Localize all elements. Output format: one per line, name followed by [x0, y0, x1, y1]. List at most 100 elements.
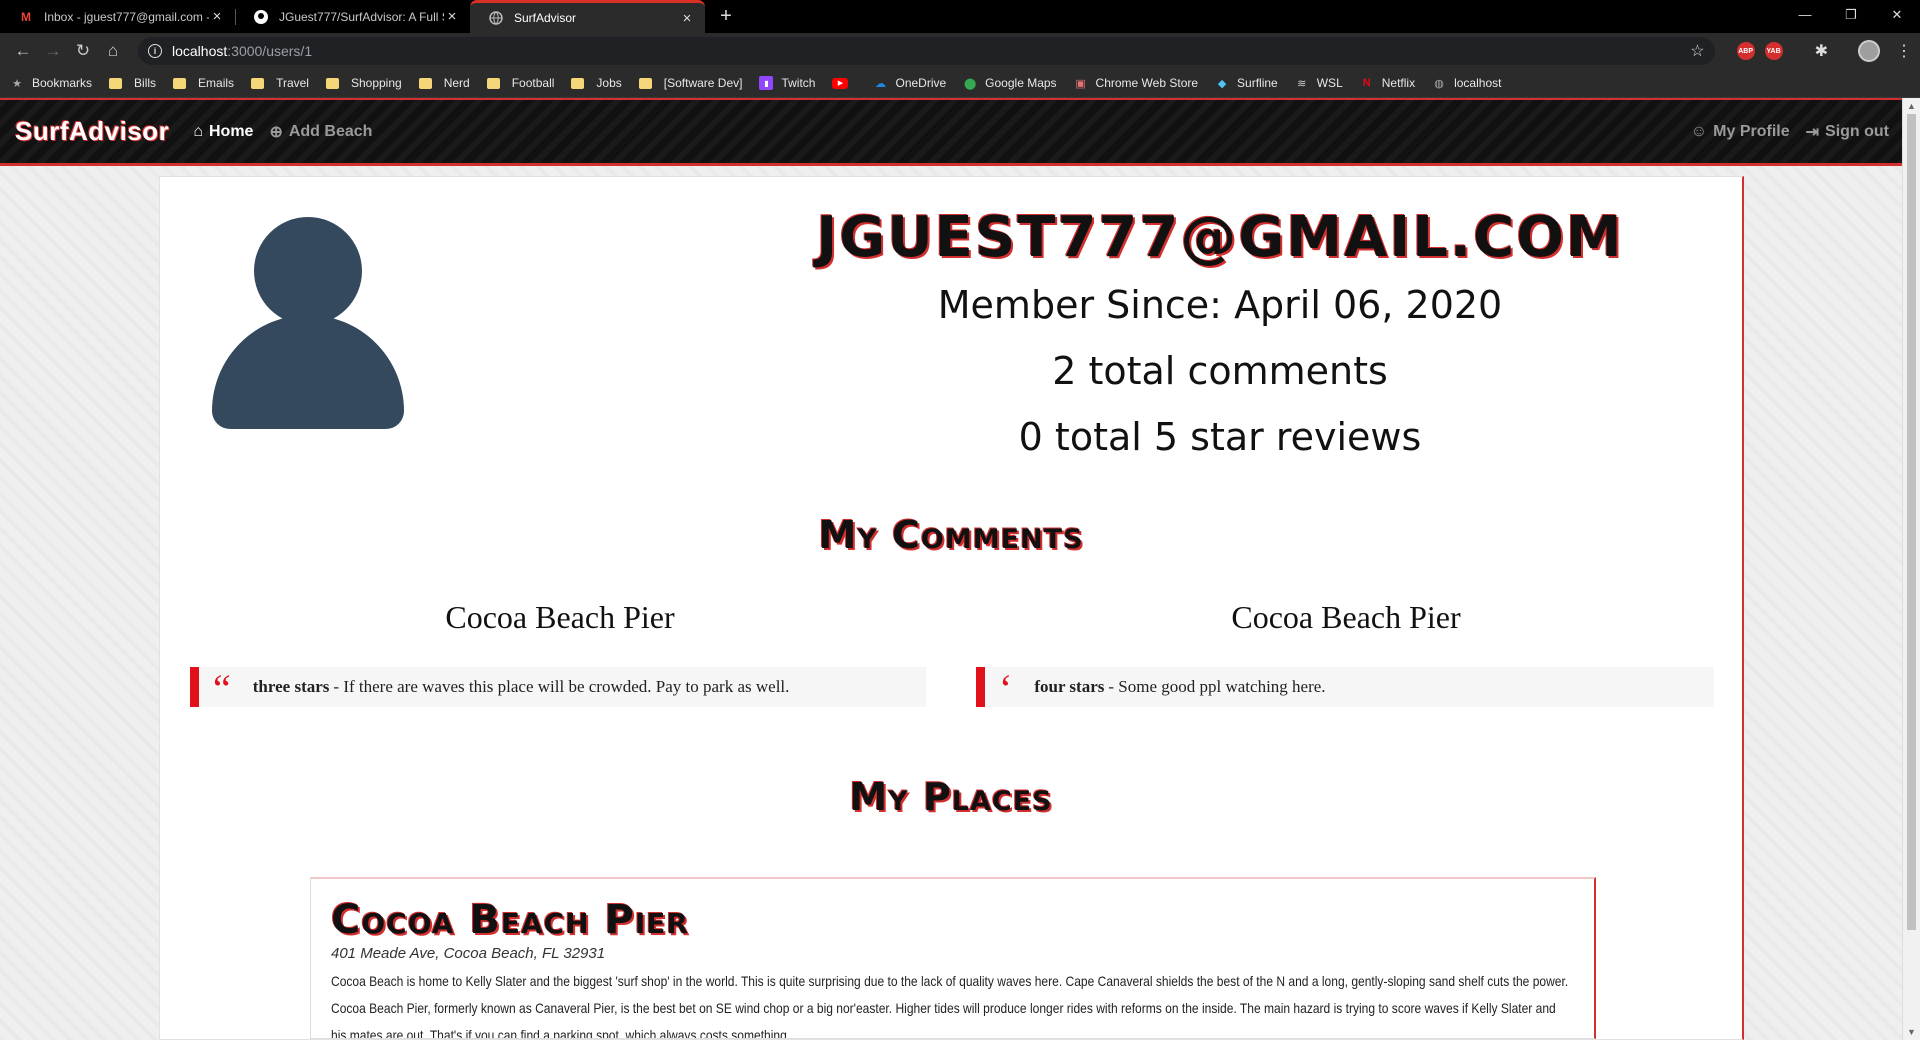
scrollbar-thumb[interactable]	[1907, 114, 1916, 930]
place-address: 401 Meade Ave, Cocoa Beach, FL 32931	[331, 945, 606, 962]
bookmark-folder[interactable]: Shopping	[325, 76, 402, 90]
comments-heading: My Comments	[818, 513, 1084, 557]
bookmark-onedrive[interactable]: ☁ OneDrive	[873, 76, 946, 90]
comment-rating: three stars	[252, 677, 330, 696]
bookmark-twitch[interactable]: ▮ Twitch	[759, 76, 815, 90]
browser-toolbar: ← → ↻ ⌂ i localhost:3000/users/1 ☆ ABP Y…	[0, 33, 1920, 69]
plus-circle-icon: ⊕	[269, 123, 283, 141]
user-circle-icon: ☺	[1690, 122, 1708, 140]
page-scrollbar[interactable]: ▲ ▼	[1902, 98, 1920, 1040]
comment-text: - Some good ppl watching here.	[1108, 677, 1326, 696]
bookmark-bookmarks[interactable]: ★ Bookmarks	[10, 76, 92, 90]
minimize-icon[interactable]: —	[1782, 0, 1828, 30]
member-since: Member Since: April 06, 2020	[937, 283, 1503, 327]
brand-logo[interactable]: SurfAdvisor	[15, 116, 169, 147]
comment-quote: ‘ four stars - Some good ppl watching he…	[976, 666, 1714, 711]
surfline-icon: ◆	[1217, 77, 1227, 90]
scroll-up-icon[interactable]: ▲	[1903, 98, 1920, 114]
bookmark-folder[interactable]: Nerd	[418, 76, 470, 90]
close-tab-icon[interactable]: ×	[444, 8, 460, 25]
folder-icon	[173, 77, 187, 89]
yab-extension-icon[interactable]: YAB	[1764, 42, 1783, 60]
total-comments: 2 total comments	[1052, 349, 1388, 393]
home-icon[interactable]: ⌂	[98, 41, 128, 61]
bookmark-google-maps[interactable]: ⬤ Google Maps	[963, 76, 1057, 90]
web-store-icon: ▣	[1075, 77, 1086, 90]
tab-gmail[interactable]: M Inbox - jguest777@gmail.com - ( ×	[0, 0, 235, 33]
bookmark-chrome-web-store[interactable]: ▣ Chrome Web Store	[1074, 76, 1198, 90]
quote-icon: ‘	[999, 666, 1013, 711]
nav-home[interactable]: ⌂ Home	[193, 123, 253, 141]
extensions-area: ABP YAB ✱ ⋮	[1736, 40, 1912, 62]
total-reviews: 0 total 5 star reviews	[1018, 415, 1422, 459]
new-tab-button[interactable]: +	[711, 0, 741, 33]
nav-sign-out[interactable]: ⇥ Sign out	[1806, 122, 1889, 142]
globe-icon: ◍	[1434, 77, 1444, 90]
comment-text: - If there are waves this place will be …	[333, 677, 790, 696]
browser-menu-icon[interactable]: ⋮	[1896, 41, 1912, 61]
bookmark-netflix[interactable]: N Netflix	[1360, 76, 1415, 90]
place-card: Cocoa Beach Pier 401 Meade Ave, Cocoa Be…	[310, 877, 1596, 1039]
site-info-icon[interactable]: i	[148, 44, 162, 58]
profile-card: jguest777@gmail.com Member Since: April …	[159, 176, 1744, 1040]
gmail-icon: M	[21, 9, 31, 24]
close-tab-icon[interactable]: ×	[679, 10, 695, 27]
tab-github[interactable]: JGuest777/SurfAdvisor: A Full Sta ×	[235, 0, 470, 33]
comment-beach-title[interactable]: Cocoa Beach Pier	[190, 599, 930, 636]
bookmark-youtube[interactable]: ▶	[832, 77, 856, 89]
comment-beach-title[interactable]: Cocoa Beach Pier	[976, 599, 1716, 636]
back-icon[interactable]: ←	[8, 41, 38, 61]
bookmark-folder[interactable]: [Software Dev]	[638, 76, 742, 90]
bookmark-folder[interactable]: Jobs	[571, 76, 622, 90]
place-name[interactable]: Cocoa Beach Pier	[331, 897, 1574, 943]
star-icon: ★	[12, 77, 22, 90]
places-heading: My Places	[849, 775, 1053, 819]
bookmark-folder[interactable]: Football	[486, 76, 554, 90]
folder-icon	[325, 77, 339, 89]
window-controls: — ❐ ✕	[1782, 0, 1920, 30]
tab-surfadvisor[interactable]: SurfAdvisor ×	[470, 0, 705, 33]
avatar-body	[212, 315, 404, 429]
forward-icon[interactable]: →	[38, 41, 68, 61]
user-avatar-icon	[212, 217, 404, 429]
github-icon	[253, 9, 269, 25]
nav-right: ☺ My Profile ⇥ Sign out	[1691, 122, 1905, 142]
bookmarks-bar: ★ Bookmarks Bills Emails Travel Shopping …	[0, 69, 1920, 98]
folder-icon	[571, 77, 585, 89]
comment-quote: “ three stars - If there are waves this …	[190, 667, 926, 709]
nav-my-profile[interactable]: ☺ My Profile	[1691, 122, 1790, 142]
bookmark-star-icon[interactable]: ☆	[1690, 41, 1704, 61]
profile-avatar[interactable]	[1858, 40, 1880, 62]
extension-gear-icon[interactable]: ✱	[1815, 41, 1828, 61]
map-pin-icon: ⬤	[964, 77, 977, 90]
netflix-icon: N	[1362, 77, 1371, 89]
folder-icon	[418, 77, 432, 89]
comment-rating: four stars	[1034, 677, 1105, 696]
youtube-icon: ▶	[832, 77, 849, 89]
restore-icon[interactable]: ❐	[1828, 0, 1874, 30]
sign-out-icon: ⇥	[1805, 123, 1820, 141]
wsl-icon: ≋	[1297, 77, 1307, 90]
bookmark-wsl[interactable]: ≋ WSL	[1295, 76, 1343, 90]
reload-icon[interactable]: ↻	[68, 41, 98, 61]
nav-add-beach[interactable]: ⊕ Add Beach	[269, 122, 372, 142]
folder-icon	[109, 77, 123, 89]
close-window-icon[interactable]: ✕	[1874, 0, 1920, 30]
tab-title: Inbox - jguest777@gmail.com - (	[44, 9, 209, 24]
bookmark-folder[interactable]: Bills	[109, 76, 156, 90]
address-bar[interactable]: i localhost:3000/users/1 ☆	[138, 37, 1715, 65]
url-text[interactable]: localhost:3000/users/1	[172, 43, 1690, 59]
twitch-icon: ▮	[759, 76, 774, 90]
bookmark-localhost[interactable]: ◍ localhost	[1432, 76, 1501, 90]
adblock-icon[interactable]: ABP	[1736, 42, 1755, 60]
page-background: jguest777@gmail.com Member Since: April …	[0, 166, 1902, 1040]
scroll-down-icon[interactable]: ▼	[1903, 1024, 1920, 1040]
bookmark-folder[interactable]: Travel	[251, 76, 309, 90]
tab-title: SurfAdvisor	[514, 11, 577, 25]
site-navbar: SurfAdvisor ⌂ Home ⊕ Add Beach ☺ My Profile…	[0, 98, 1920, 166]
bookmark-surfline[interactable]: ◆ Surfline	[1215, 76, 1278, 90]
bookmark-folder[interactable]: Emails	[173, 76, 234, 90]
tab-strip: M Inbox - jguest777@gmail.com - ( × JGue…	[0, 0, 1920, 33]
close-tab-icon[interactable]: ×	[209, 8, 225, 25]
globe-icon	[488, 10, 504, 26]
